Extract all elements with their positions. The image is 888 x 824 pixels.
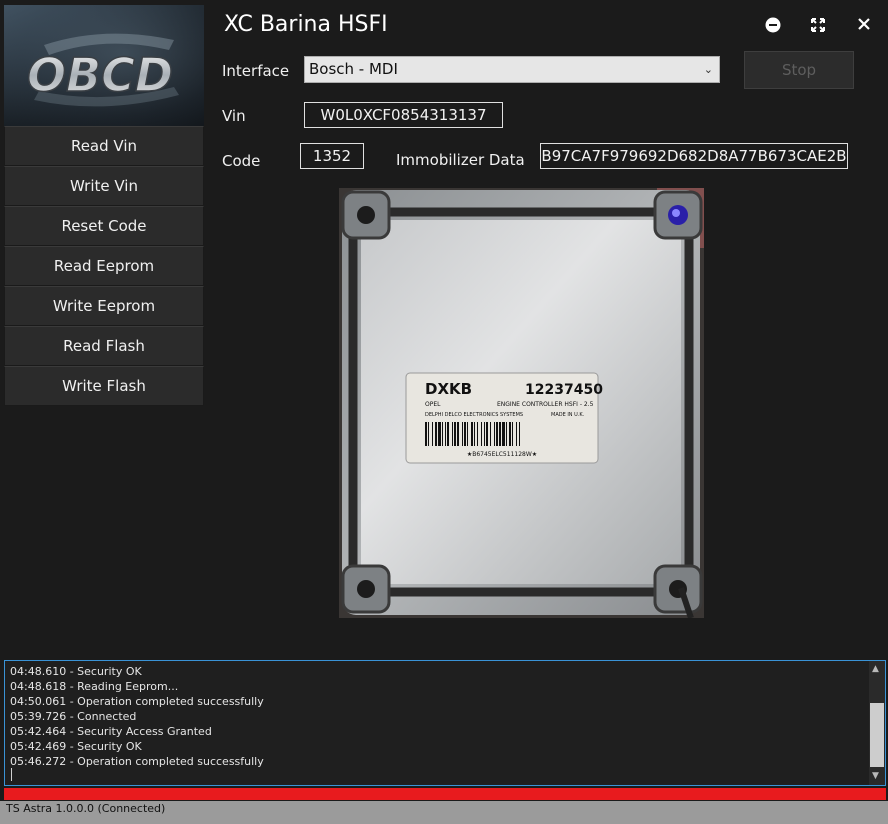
write-eeprom-button[interactable]: Write Eeprom [4, 286, 204, 326]
status-bar: TS Astra 1.0.0.0 (Connected) [0, 801, 888, 824]
progress-bar [4, 788, 886, 800]
log-line: 04:48.618 - Reading Eeprom... [10, 680, 179, 693]
ecu-label-make: OPEL [425, 401, 441, 408]
ecu-label-serial: ★B6745ELC511128W★ [467, 451, 537, 458]
code-field[interactable]: 1352 [300, 143, 364, 169]
interface-label: Interface [222, 62, 290, 80]
log-line: 05:42.464 - Security Access Granted [10, 725, 212, 738]
read-flash-button[interactable]: Read Flash [4, 326, 204, 366]
logo: OBCD [4, 5, 204, 126]
close-icon [858, 18, 870, 30]
vin-label: Vin [222, 107, 246, 125]
interface-select-value: Bosch - MDI [309, 60, 398, 78]
write-flash-button[interactable]: Write Flash [4, 366, 204, 406]
interface-select[interactable]: Bosch - MDI ⌄ [304, 56, 720, 83]
log-line: 04:48.610 - Security OK [10, 665, 142, 678]
text-caret [11, 768, 12, 781]
minimize-icon [765, 17, 781, 33]
log-line: 04:50.061 - Operation completed successf… [10, 695, 264, 708]
reset-code-button[interactable]: Reset Code [4, 206, 204, 246]
log-scrollbar[interactable]: ▲ ▼ [869, 661, 885, 785]
log-textarea[interactable]: 04:48.610 - Security OK 04:48.618 - Read… [4, 660, 886, 786]
sidebar: Read Vin Write Vin Reset Code Read Eepro… [4, 126, 204, 406]
status-text: TS Astra 1.0.0.0 (Connected) [6, 802, 166, 815]
ecu-label-code: DXKB [425, 380, 472, 398]
chevron-down-icon: ⌄ [703, 63, 713, 76]
vin-field[interactable]: W0L0XCF0854313137 [304, 102, 503, 128]
window-title: XC Barina HSFI [224, 12, 388, 37]
scroll-down-icon[interactable]: ▼ [872, 771, 879, 781]
immobilizer-label: Immobilizer Data [396, 151, 525, 169]
close-button[interactable] [851, 14, 877, 36]
scroll-up-icon[interactable]: ▲ [872, 664, 879, 674]
ecu-label-origin: MADE IN U.K. [551, 412, 585, 418]
ecu-label-number: 12237450 [525, 382, 603, 398]
logo-text: OBCD [27, 48, 173, 102]
code-label: Code [222, 152, 261, 170]
log-line: 05:46.272 - Operation completed successf… [10, 755, 264, 768]
log-line: 05:39.726 - Connected [10, 710, 137, 723]
log-lines: 04:48.610 - Security OK 04:48.618 - Read… [10, 664, 264, 769]
ecu-photo: DXKB 12237450 OPEL ENGINE CONTROLLER HSF… [339, 188, 704, 619]
read-vin-button[interactable]: Read Vin [4, 126, 204, 166]
write-vin-button[interactable]: Write Vin [4, 166, 204, 206]
log-line: 05:42.469 - Security OK [10, 740, 142, 753]
scrollbar-thumb[interactable] [870, 703, 884, 767]
ecu-label-mfr: DELPHI DELCO ELECTRONICS SYSTEMS [425, 412, 523, 418]
minimize-button[interactable] [760, 14, 786, 36]
stop-button[interactable]: Stop [744, 51, 854, 89]
read-eeprom-button[interactable]: Read Eeprom [4, 246, 204, 286]
immobilizer-field[interactable]: B97CA7F979692D682D8A77B673CAE2B [540, 143, 848, 169]
maximize-button[interactable] [805, 14, 831, 36]
ecu-label-desc: ENGINE CONTROLLER HSFI - 2.5 [497, 401, 594, 408]
maximize-icon [811, 18, 825, 32]
